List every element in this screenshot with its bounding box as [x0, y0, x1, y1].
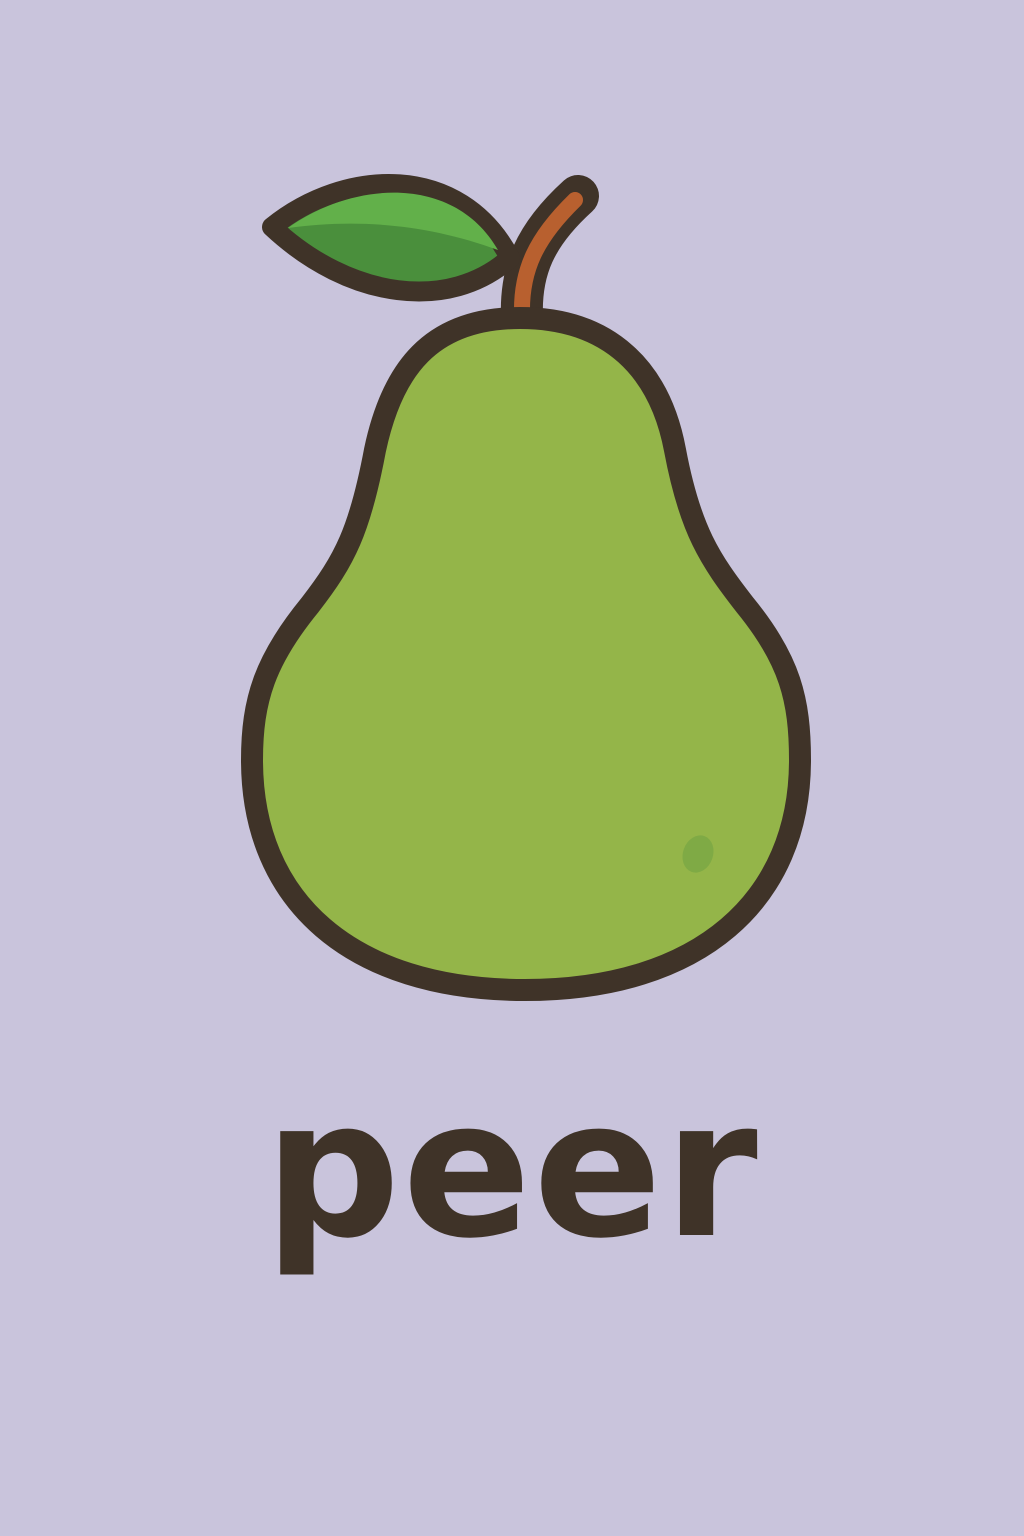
- stem-shape: [500, 175, 599, 339]
- leaf-shape: [262, 174, 520, 302]
- pear-body: [241, 307, 811, 1001]
- pear-icon: [241, 174, 811, 1001]
- word-label: peer: [264, 1059, 760, 1280]
- flashcard: peer: [0, 0, 1024, 1536]
